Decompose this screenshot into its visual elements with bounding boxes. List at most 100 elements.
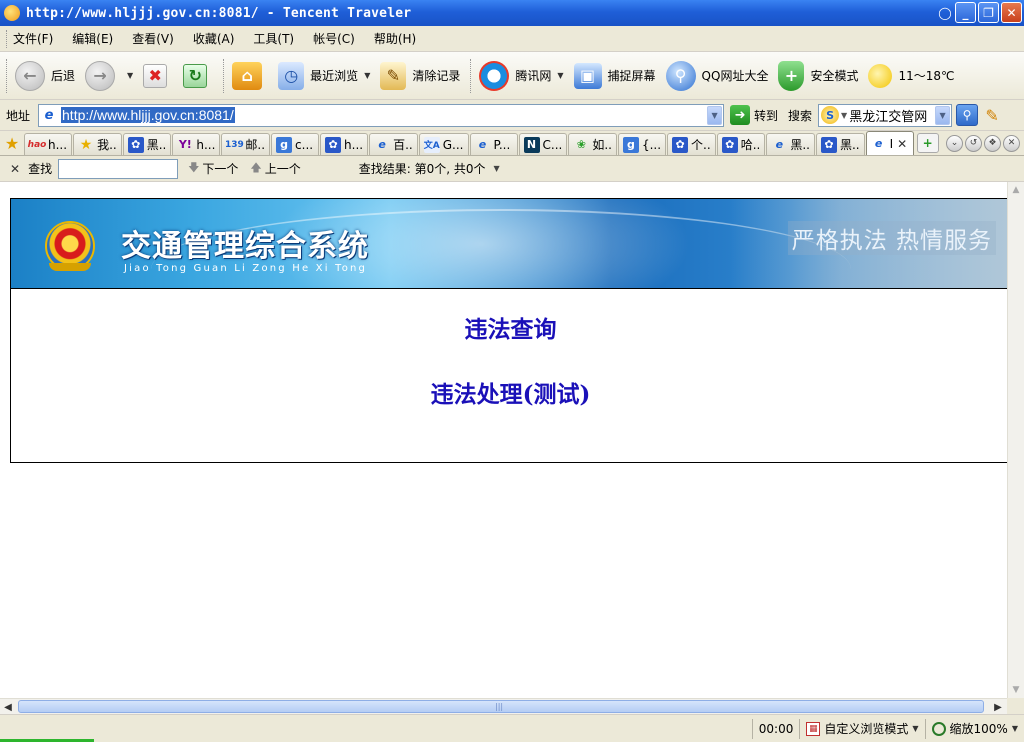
find-next-button[interactable]: 🡇 下一个 (188, 159, 238, 178)
magnifier-globe-icon: ⚲ (665, 60, 696, 91)
clock-icon: ◷ (278, 61, 305, 90)
find-next-label: 下一个 (202, 162, 239, 176)
google-icon: g (622, 136, 639, 153)
menu-account[interactable]: 帐号(C) (313, 30, 355, 47)
tencent-dropdown-icon[interactable]: ▼ (557, 71, 563, 80)
recent-browsing-label: 最近浏览 (310, 69, 359, 83)
search-dropdown-icon[interactable]: ▼ (935, 105, 951, 125)
pen-icon[interactable]: ✎ (982, 105, 1002, 125)
ie-page-icon: e (874, 137, 883, 150)
chat-bubble-icon[interactable]: ◯ (937, 2, 953, 23)
capture-screen-button[interactable]: ▣ 捕捉屏幕 (573, 56, 656, 96)
address-url-text[interactable]: http://www.hljjj.gov.cn:8081/ (61, 107, 235, 123)
tab-close-icon[interactable]: ✕ (897, 137, 907, 151)
find-prev-button[interactable]: 🡅 上一个 (250, 159, 300, 178)
status-cells: 00:00 ▦ 自定义浏览模式 ▼ 缩放100% ▼ (751, 718, 1024, 739)
tab[interactable]: N C... (518, 133, 568, 155)
tab-list-chevron-icon[interactable]: ⌄ (946, 134, 963, 152)
close-window-button[interactable]: ✕ (1001, 2, 1022, 23)
safe-mode-button[interactable]: + 安全模式 (778, 56, 858, 96)
scroll-up-icon[interactable]: ▲ (1008, 182, 1024, 198)
vertical-scrollbar[interactable]: ▲ ▼ (1007, 182, 1024, 698)
violation-processing-link[interactable]: 违法处理(测试) (11, 375, 1007, 409)
window-controls: ◯ _ ❐ ✕ (937, 2, 1022, 23)
tab-label: 黑.. (839, 138, 860, 152)
tab[interactable]: e P... (469, 133, 518, 155)
minimize-button[interactable]: _ (955, 2, 976, 23)
menu-favorites[interactable]: 收藏(A) (193, 30, 235, 47)
recent-browsing-button[interactable]: ◷ 最近浏览 ▼ (278, 56, 370, 96)
tab[interactable]: g {... (617, 133, 667, 155)
window-title: http://www.hljjj.gov.cn:8081/ - Tencent … (26, 5, 412, 21)
horizontal-scrollbar[interactable]: ◀ ||| ▶ (0, 698, 1007, 714)
tab[interactable]: ★ 我.. (73, 133, 122, 155)
tencent-net-label: 腾讯网 (515, 69, 552, 83)
tab[interactable]: ✿ h... (320, 133, 369, 155)
browse-mode-dropdown-icon[interactable]: ▼ (912, 724, 918, 733)
home-icon: ⌂ (232, 61, 263, 90)
tab[interactable]: g c... (271, 133, 320, 155)
address-field[interactable]: e http://www.hljjj.gov.cn:8081/ ▼ (38, 103, 725, 127)
favorites-star-icon[interactable]: ★ (2, 133, 22, 153)
search-engine-icon[interactable]: S (821, 106, 840, 124)
tab-label: 黑.. (146, 138, 167, 152)
address-dropdown-icon[interactable]: ▼ (707, 105, 723, 125)
restore-button[interactable]: ❐ (978, 2, 999, 23)
undo-close-tab-icon[interactable]: ↺ (965, 134, 982, 152)
refresh-button[interactable]: ↻ (183, 56, 213, 96)
find-result-text: 查找结果: 第0个, 共0个 (358, 162, 486, 176)
tab[interactable]: 139 邮.. (221, 133, 271, 155)
find-options-dropdown-icon[interactable]: ▼ (494, 164, 500, 173)
search-input[interactable]: 黑龙江交管网 (849, 106, 933, 125)
back-button[interactable]: ← 后退 (15, 56, 75, 96)
search-engine-dropdown-icon[interactable]: ▼ (841, 111, 847, 120)
address-input[interactable]: http://www.hljjj.gov.cn:8081/ (61, 107, 707, 123)
scroll-right-icon[interactable]: ▶ (990, 699, 1006, 715)
tencent-traveler-icon (4, 5, 20, 21)
search-field[interactable]: S ▼ 黑龙江交管网 ▼ (818, 103, 953, 127)
qq-nav-button[interactable]: ⚲ QQ网址大全 (665, 56, 768, 96)
menu-view[interactable]: 查看(V) (132, 30, 174, 47)
recent-dropdown-icon[interactable]: ▼ (364, 71, 370, 80)
tab[interactable]: ❀ 如.. (568, 133, 617, 155)
browse-mode-selector[interactable]: ▦ 自定义浏览模式 ▼ (799, 718, 924, 739)
pin-tab-icon[interactable]: ❖ (984, 134, 1001, 152)
tab-active[interactable]: e I ✕ (865, 131, 914, 155)
browse-mode-icon: ▦ (806, 721, 821, 736)
scroll-down-icon[interactable]: ▼ (1008, 682, 1024, 698)
tab[interactable]: 文A G... (418, 133, 469, 155)
tencent-net-button[interactable]: 腾讯网 ▼ (479, 56, 564, 96)
tab[interactable]: e 百.. (369, 133, 418, 155)
weather-widget[interactable]: 11～18℃ (868, 56, 955, 96)
tab[interactable]: e 黑.. (766, 133, 815, 155)
new-tab-button[interactable]: + (916, 133, 939, 153)
zoom-dropdown-icon[interactable]: ▼ (1012, 724, 1018, 733)
menu-help[interactable]: 帮助(H) (374, 30, 416, 47)
scroll-left-icon[interactable]: ◀ (0, 699, 16, 715)
close-tab-icon[interactable]: ✕ (1003, 134, 1020, 152)
tab-label: c... (295, 137, 314, 152)
forward-button[interactable]: → ▼ (85, 56, 133, 96)
clear-history-button[interactable]: ✎ 清除记录 (380, 56, 460, 96)
tab[interactable]: ✿ 哈.. (716, 133, 766, 155)
close-find-icon[interactable]: ✕ (10, 162, 20, 176)
forward-dropdown-icon[interactable]: ▼ (127, 71, 133, 80)
tab[interactable]: hao h... (24, 133, 73, 155)
tab[interactable]: ✿ 个.. (667, 133, 716, 155)
shield-icon: + (778, 60, 805, 91)
menu-edit[interactable]: 编辑(E) (72, 30, 113, 47)
menu-tools[interactable]: 工具(T) (253, 30, 294, 47)
tab[interactable]: ✿ 黑.. (815, 133, 865, 155)
violation-query-link[interactable]: 违法查询 (11, 310, 1007, 344)
menu-file[interactable]: 文件(F) (13, 30, 53, 47)
go-button[interactable]: ➜ 转到 (730, 105, 778, 125)
tab[interactable]: Y! h... (172, 133, 221, 155)
zoom-selector[interactable]: 缩放100% ▼ (924, 718, 1024, 739)
home-button[interactable]: ⌂ (232, 56, 268, 96)
stop-button[interactable]: ✖ (143, 56, 173, 96)
find-input[interactable] (58, 158, 179, 179)
address-label: 地址 (6, 108, 31, 123)
search-magnifier-icon[interactable]: ⚲ (956, 104, 979, 126)
baidu-paw-icon: ✿ (721, 136, 738, 153)
tab[interactable]: ✿ 黑.. (122, 133, 172, 155)
